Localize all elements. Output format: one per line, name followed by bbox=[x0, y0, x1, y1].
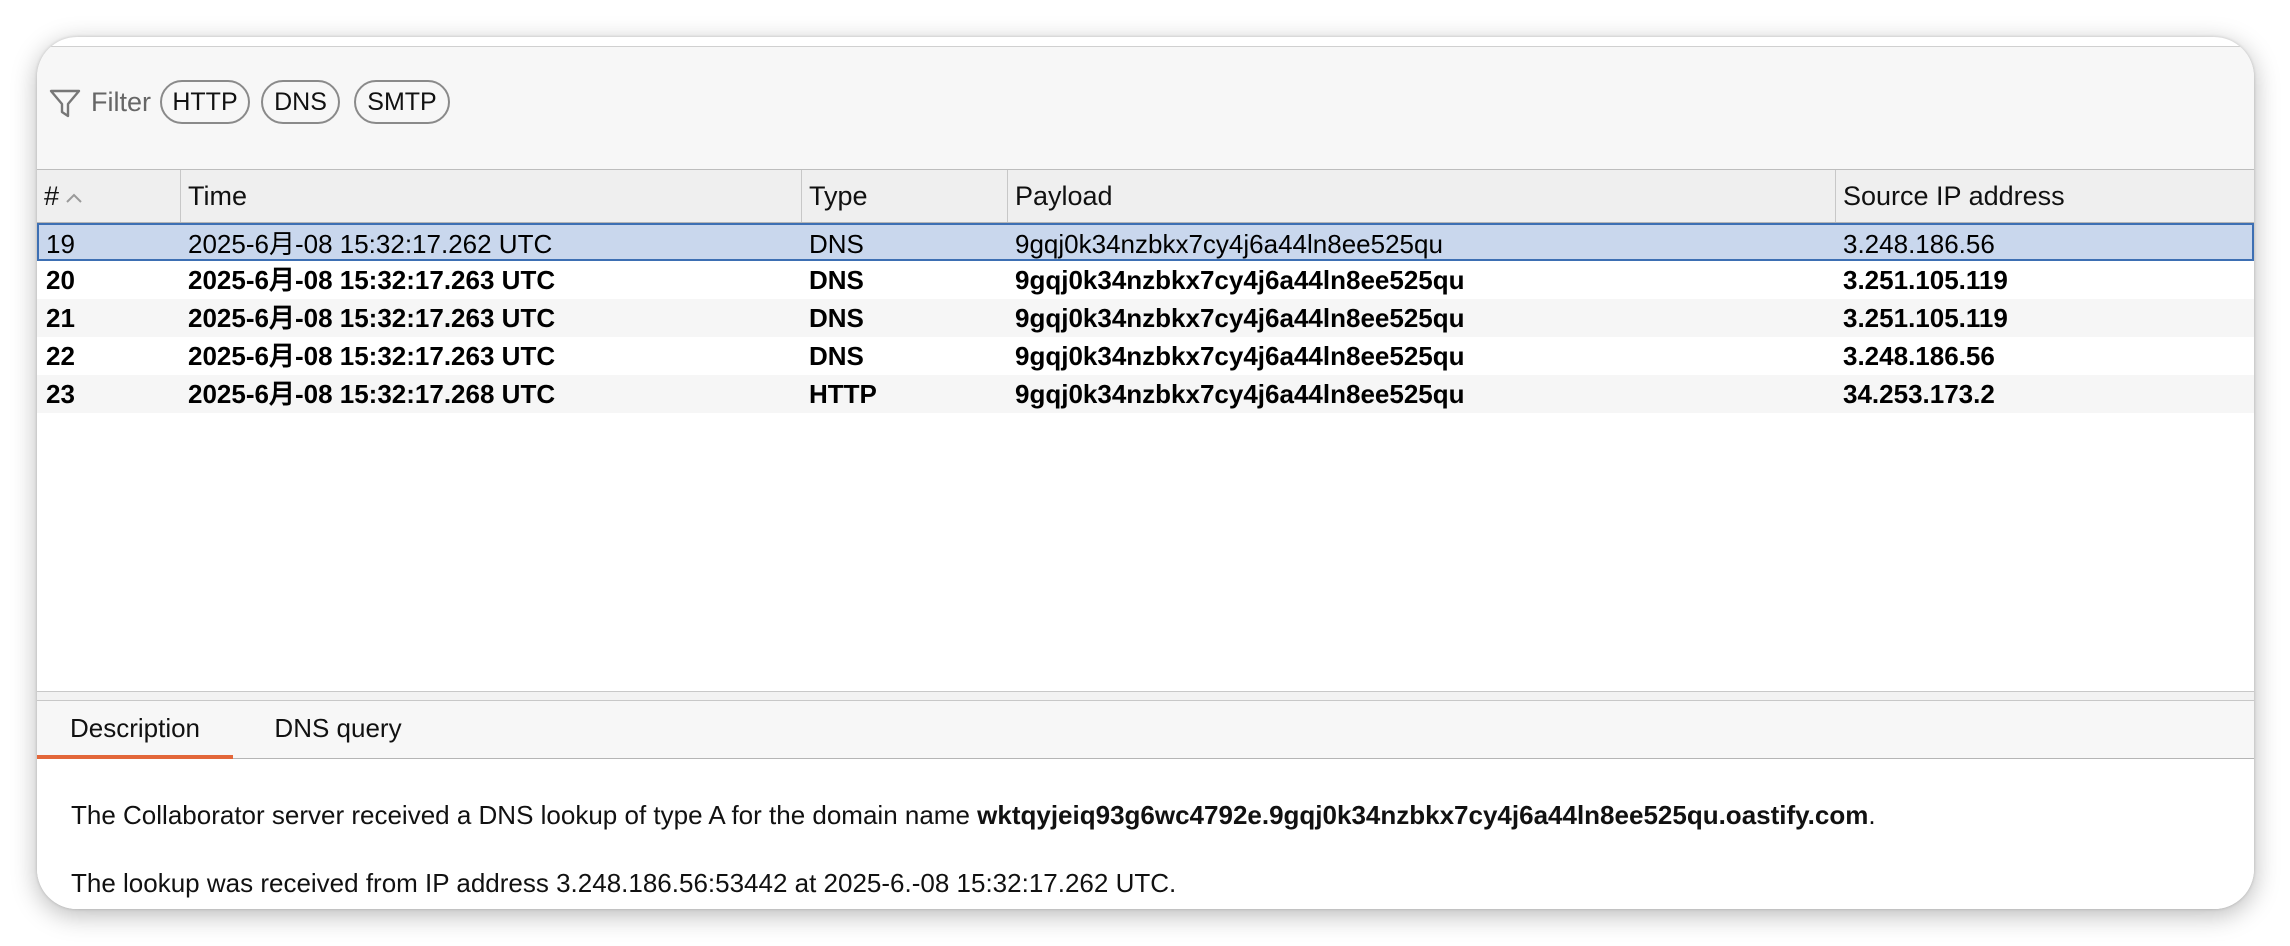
table-row[interactable]: 23 2025-6月-08 15:32:17.268 UTC HTTP 9gqj… bbox=[37, 375, 2254, 413]
cell-type: DNS bbox=[809, 229, 864, 259]
sort-ascending-icon bbox=[66, 193, 82, 203]
tab-description[interactable]: Description bbox=[37, 701, 233, 759]
cell-number: 23 bbox=[46, 379, 75, 409]
table-row[interactable]: 19 2025-6月-08 15:32:17.262 UTC DNS 9gqj0… bbox=[37, 223, 2254, 261]
cell-source-ip: 3.248.186.56 bbox=[1843, 341, 1995, 371]
cell-type: DNS bbox=[809, 341, 864, 371]
cell-source-ip: 3.251.105.119 bbox=[1843, 265, 2008, 295]
cell-number: 20 bbox=[46, 265, 75, 295]
cell-payload: 9gqj0k34nzbkx7cy4j6a44ln8ee525qu bbox=[1015, 303, 1465, 333]
cell-type: HTTP bbox=[809, 379, 877, 409]
table-row[interactable]: 21 2025-6月-08 15:32:17.263 UTC DNS 9gqj0… bbox=[37, 299, 2254, 337]
table-row[interactable]: 20 2025-6月-08 15:32:17.263 UTC DNS 9gqj0… bbox=[37, 261, 2254, 299]
description-source-text: The lookup was received from IP address … bbox=[71, 868, 1177, 898]
cell-payload: 9gqj0k34nzbkx7cy4j6a44ln8ee525qu bbox=[1015, 379, 1465, 409]
cell-time: 2025-6月-08 15:32:17.262 UTC bbox=[188, 229, 553, 259]
cell-time: 2025-6月-08 15:32:17.268 UTC bbox=[188, 379, 556, 409]
cell-number: 21 bbox=[46, 303, 75, 333]
table-row[interactable]: 22 2025-6月-08 15:32:17.263 UTC DNS 9gqj0… bbox=[37, 337, 2254, 375]
cell-time: 2025-6月-08 15:32:17.263 UTC bbox=[188, 341, 556, 371]
cell-type: DNS bbox=[809, 265, 864, 295]
description-lookup-text: The Collaborator server received a DNS l… bbox=[71, 800, 1876, 830]
filter-chip-smtp[interactable]: SMTP bbox=[354, 80, 450, 124]
interactions-table: # Time Type Payload Source IP address 19… bbox=[37, 170, 2254, 695]
column-header-time[interactable]: Time bbox=[181, 170, 801, 222]
cell-type: DNS bbox=[809, 303, 864, 333]
column-header-type[interactable]: Type bbox=[802, 170, 1007, 222]
description-domain: wktqyjeiq93g6wc4792e.9gqj0k34nzbkx7cy4j6… bbox=[977, 800, 1869, 830]
column-header-source-ip[interactable]: Source IP address bbox=[1836, 170, 2254, 222]
description-panel: The Collaborator server received a DNS l… bbox=[37, 759, 2254, 909]
cell-source-ip: 34.253.173.2 bbox=[1843, 379, 1995, 409]
cell-number: 22 bbox=[46, 341, 75, 371]
cell-source-ip: 3.251.105.119 bbox=[1843, 303, 2008, 333]
detail-tab-bar: Description DNS query bbox=[37, 701, 2254, 759]
table-header: # Time Type Payload Source IP address bbox=[37, 170, 2254, 223]
cell-time: 2025-6月-08 15:32:17.263 UTC bbox=[188, 303, 556, 333]
pane-splitter[interactable] bbox=[37, 691, 2254, 701]
filter-label[interactable]: Filter bbox=[91, 87, 151, 118]
column-header-payload[interactable]: Payload bbox=[1008, 170, 1835, 222]
tab-dns-query[interactable]: DNS query bbox=[263, 701, 413, 759]
filter-chip-dns[interactable]: DNS bbox=[261, 80, 340, 124]
filter-bar: Filter HTTP DNS SMTP bbox=[37, 46, 2254, 170]
filter-icon[interactable] bbox=[47, 85, 83, 121]
cell-payload: 9gqj0k34nzbkx7cy4j6a44ln8ee525qu bbox=[1015, 229, 1443, 259]
cell-payload: 9gqj0k34nzbkx7cy4j6a44ln8ee525qu bbox=[1015, 265, 1465, 295]
column-header-number[interactable]: # bbox=[37, 170, 180, 222]
collaborator-window: Filter HTTP DNS SMTP # Time Type Payload… bbox=[37, 37, 2254, 909]
cell-payload: 9gqj0k34nzbkx7cy4j6a44ln8ee525qu bbox=[1015, 341, 1465, 371]
cell-number: 19 bbox=[46, 229, 75, 259]
cell-time: 2025-6月-08 15:32:17.263 UTC bbox=[188, 265, 556, 295]
filter-chip-http[interactable]: HTTP bbox=[160, 80, 250, 124]
cell-source-ip: 3.248.186.56 bbox=[1843, 229, 1995, 259]
